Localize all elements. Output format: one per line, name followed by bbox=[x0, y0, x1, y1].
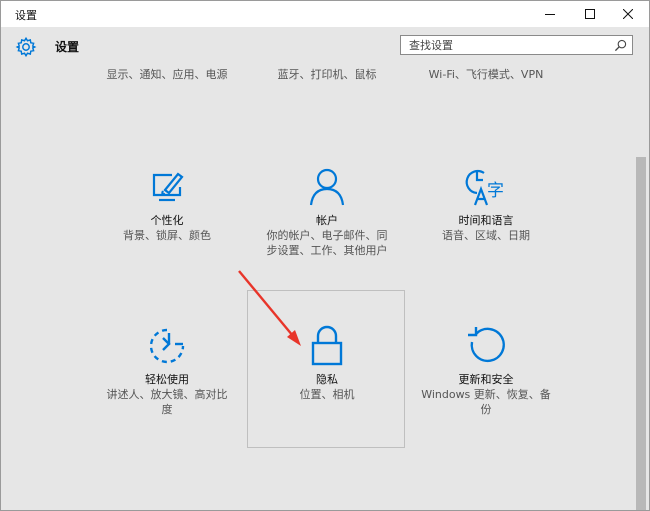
settings-window: 设置 设置 显示、通知、应用、电源 bbox=[0, 0, 650, 511]
ease-of-access-icon bbox=[149, 328, 185, 364]
settings-header: 设置 bbox=[1, 27, 649, 65]
lock-icon bbox=[311, 325, 343, 366]
tile-accounts[interactable]: 帐户 你的帐户、电子邮件、同步设置、工作、其他用户 bbox=[248, 165, 406, 258]
tile-time-language[interactable]: 字 时间和语言 语音、区域、日期 bbox=[407, 165, 565, 243]
window-title: 设置 bbox=[15, 9, 37, 22]
tile-name: 帐户 bbox=[316, 214, 338, 227]
tile-desc: 讲述人、放大镜、高对比度 bbox=[106, 388, 228, 416]
personalization-icon bbox=[152, 172, 184, 202]
tile-desc: 语音、区域、日期 bbox=[442, 229, 530, 242]
minimize-button[interactable] bbox=[529, 1, 571, 27]
time-language-icon: 字 bbox=[465, 169, 504, 206]
tile-update-security[interactable]: 更新和安全 Windows 更新、恢复、备份 bbox=[407, 324, 565, 417]
tile-desc: 位置、相机 bbox=[299, 388, 355, 401]
svg-text:字: 字 bbox=[487, 181, 504, 201]
tile-name: 个性化 bbox=[150, 214, 184, 227]
tile-devices[interactable]: 蓝牙、打印机、鼠标 bbox=[248, 67, 406, 82]
tile-name: 更新和安全 bbox=[458, 373, 514, 386]
minimize-icon bbox=[545, 14, 555, 15]
title-bar[interactable]: 设置 bbox=[1, 1, 649, 27]
maximize-button[interactable] bbox=[569, 1, 611, 27]
tile-desc: 背景、锁屏、颜色 bbox=[123, 229, 211, 242]
tile-name: 时间和语言 bbox=[458, 214, 514, 227]
tile-name: 隐私 bbox=[316, 373, 338, 386]
search-icon[interactable] bbox=[614, 39, 627, 52]
gear-icon bbox=[15, 36, 37, 58]
tile-ease-of-access[interactable]: 轻松使用 讲述人、放大镜、高对比度 bbox=[88, 324, 246, 417]
tile-desc: 蓝牙、打印机、鼠标 bbox=[277, 68, 377, 81]
tile-system[interactable]: 显示、通知、应用、电源 bbox=[88, 67, 246, 82]
vertical-scrollbar[interactable] bbox=[633, 27, 649, 510]
tile-desc: Windows 更新、恢复、备份 bbox=[421, 388, 551, 416]
update-icon bbox=[468, 327, 505, 363]
maximize-icon bbox=[585, 9, 595, 19]
tile-personalization[interactable]: 个性化 背景、锁屏、颜色 bbox=[88, 165, 246, 243]
search-box[interactable] bbox=[400, 35, 633, 55]
search-input[interactable] bbox=[401, 36, 622, 54]
close-button[interactable] bbox=[607, 1, 649, 27]
account-icon bbox=[309, 168, 345, 206]
tile-privacy[interactable]: 隐私 位置、相机 bbox=[248, 324, 406, 402]
scrollbar-thumb[interactable] bbox=[636, 157, 646, 510]
tile-desc: Wi-Fi、飞行模式、VPN bbox=[428, 68, 544, 81]
page-title: 设置 bbox=[55, 40, 80, 54]
close-icon bbox=[623, 9, 633, 19]
tile-network[interactable]: Wi-Fi、飞行模式、VPN bbox=[407, 67, 565, 82]
settings-grid: 显示、通知、应用、电源 蓝牙、打印机、鼠标 Wi-Fi、飞行模式、VPN 个性化… bbox=[1, 65, 633, 510]
tile-desc: 显示、通知、应用、电源 bbox=[106, 68, 228, 81]
tile-desc: 你的帐户、电子邮件、同步设置、工作、其他用户 bbox=[266, 229, 388, 257]
tile-name: 轻松使用 bbox=[145, 373, 189, 386]
